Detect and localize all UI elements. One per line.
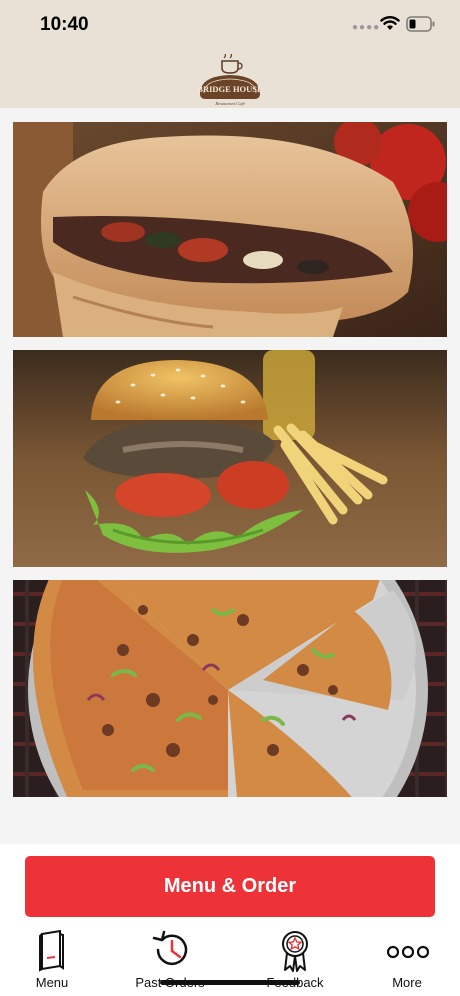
tab-menu[interactable]: Menu <box>6 924 98 996</box>
tab-past-orders[interactable]: Past Orders <box>124 924 216 996</box>
tab-feedback[interactable]: Feedback <box>249 924 341 996</box>
bridge-house-logo: BRIDGE HOUSE Restaurant Café <box>197 54 263 106</box>
pizza-image <box>13 580 447 797</box>
award-ribbon-icon <box>282 931 308 972</box>
food-card-calzone[interactable] <box>13 122 447 337</box>
tab-bar: Menu Past Orders Feedback More <box>0 924 460 996</box>
battery-icon <box>406 16 435 32</box>
wifi-icon <box>380 16 400 30</box>
burger-image <box>13 350 447 567</box>
signal-icon: ●●●● <box>352 22 381 33</box>
svg-text:Restaurant Café: Restaurant Café <box>214 101 245 106</box>
tab-more[interactable]: More <box>361 924 453 996</box>
tab-menu-label: Menu <box>35 975 69 990</box>
app-header: BRIDGE HOUSE Restaurant Café <box>0 50 460 108</box>
history-clock-icon <box>152 930 188 966</box>
status-time: 10:40 <box>40 14 89 35</box>
tab-more-label: More <box>392 975 422 990</box>
food-card-pizza[interactable] <box>13 580 447 797</box>
calzone-image <box>13 122 447 337</box>
svg-text:BRIDGE HOUSE: BRIDGE HOUSE <box>197 84 263 94</box>
menu-book-icon <box>39 929 64 972</box>
food-card-burger[interactable] <box>13 350 447 567</box>
status-bar: 10:40 ●●●● <box>0 0 460 50</box>
home-indicator[interactable] <box>160 980 300 985</box>
more-dots-icon <box>387 945 430 959</box>
menu-order-label: Menu & Order <box>163 875 297 897</box>
menu-order-button[interactable]: Menu & Order <box>25 856 435 917</box>
